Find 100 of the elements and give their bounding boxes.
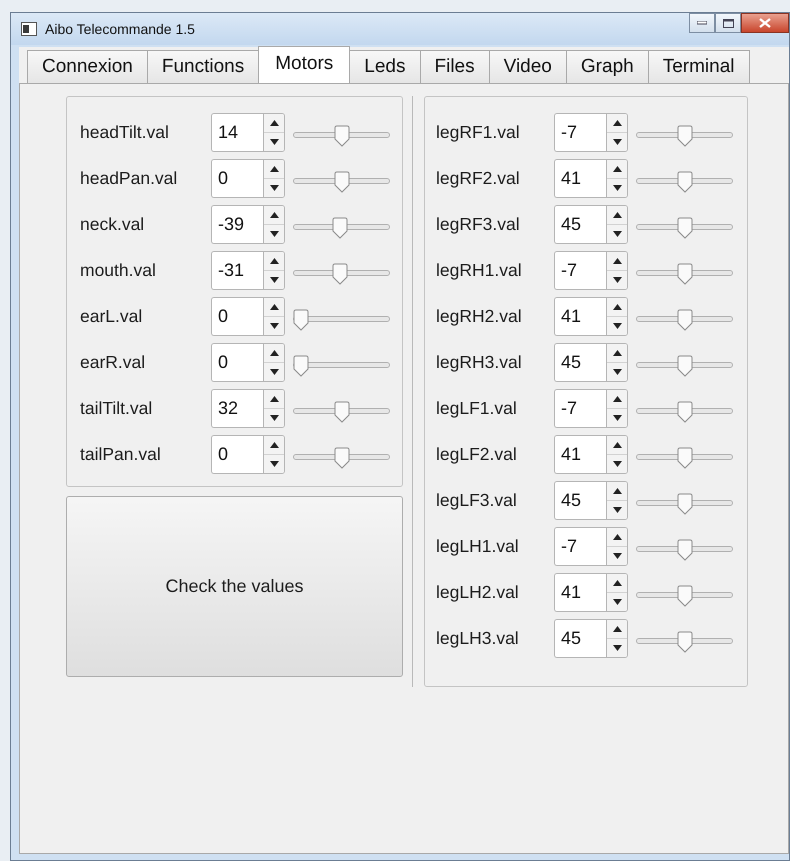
number-field[interactable]: 0 (211, 296, 263, 336)
tab[interactable]: Terminal (648, 50, 750, 83)
slider-thumb[interactable] (676, 401, 692, 423)
motor-label: headPan.val (80, 166, 178, 190)
slider-thumb[interactable] (293, 309, 309, 331)
slider[interactable] (636, 631, 733, 653)
spin-down-button[interactable] (607, 362, 627, 380)
number-field[interactable]: 32 (211, 388, 263, 428)
spin-down-button[interactable] (264, 408, 284, 426)
number-field[interactable]: 41 (554, 296, 606, 336)
spin-down-button[interactable] (607, 408, 627, 426)
slider[interactable] (636, 263, 733, 285)
slider[interactable] (636, 585, 733, 607)
spin-down-button[interactable] (607, 270, 627, 288)
slider-thumb[interactable] (676, 171, 692, 193)
slider-thumb[interactable] (334, 401, 350, 423)
spin-down-button[interactable] (607, 454, 627, 472)
slider[interactable] (636, 493, 733, 515)
slider[interactable] (293, 309, 390, 331)
maximize-button[interactable] (715, 13, 741, 33)
spin-down-button[interactable] (264, 132, 284, 150)
number-field[interactable]: -7 (554, 250, 606, 290)
slider-thumb[interactable] (676, 355, 692, 377)
slider[interactable] (293, 125, 390, 147)
down-triangle-icon (270, 138, 278, 144)
slider[interactable] (636, 171, 733, 193)
number-field[interactable]: -7 (554, 526, 606, 566)
spin-down-button[interactable] (607, 316, 627, 334)
spin-down-button[interactable] (607, 224, 627, 242)
number-field[interactable]: 0 (211, 158, 263, 198)
window-title: Aibo Telecommande 1.5 (45, 20, 195, 38)
up-triangle-icon (612, 534, 622, 540)
tab[interactable]: Video (488, 50, 567, 83)
spin-down-button[interactable] (607, 132, 627, 150)
slider[interactable] (636, 217, 733, 239)
slider-thumb[interactable] (334, 447, 350, 469)
number-field[interactable]: -7 (554, 112, 606, 152)
tab[interactable]: Leds (349, 50, 420, 83)
number-field[interactable]: 41 (554, 158, 606, 198)
slider-thumb[interactable] (676, 309, 692, 331)
slider-thumb[interactable] (332, 263, 348, 285)
slider-thumb[interactable] (676, 539, 692, 561)
tab[interactable]: Graph (566, 50, 649, 83)
number-field[interactable]: 0 (211, 342, 263, 382)
close-button[interactable] (741, 13, 789, 33)
spin-down-button[interactable] (607, 638, 627, 656)
slider[interactable] (293, 401, 390, 423)
spin-down-button[interactable] (607, 178, 627, 196)
slider[interactable] (293, 171, 390, 193)
tab[interactable]: Connexion (27, 50, 148, 83)
slider-thumb[interactable] (676, 447, 692, 469)
number-field[interactable]: 41 (554, 434, 606, 474)
spin-down-button[interactable] (264, 270, 284, 288)
slider[interactable] (636, 309, 733, 331)
slider[interactable] (293, 447, 390, 469)
spin-down-button[interactable] (264, 224, 284, 242)
slider[interactable] (636, 401, 733, 423)
check-values-button[interactable]: Check the values (66, 496, 403, 677)
slider-thumb[interactable] (334, 171, 350, 193)
number-field[interactable]: 0 (211, 434, 263, 474)
down-triangle-icon (270, 460, 278, 466)
number-field[interactable]: -39 (211, 204, 263, 244)
number-field[interactable]: 45 (554, 204, 606, 244)
number-field[interactable]: 45 (554, 618, 606, 658)
slider-thumb[interactable] (293, 355, 309, 377)
motor-label: earL.val (80, 304, 144, 328)
number-field[interactable]: 45 (554, 480, 606, 520)
slider[interactable] (293, 217, 390, 239)
minimize-button[interactable] (689, 13, 715, 33)
slider[interactable] (636, 355, 733, 377)
slider-thumb[interactable] (676, 125, 692, 147)
slider-thumb[interactable] (332, 217, 348, 239)
number-field[interactable]: 14 (211, 112, 263, 152)
spin-down-button[interactable] (607, 546, 627, 564)
slider[interactable] (293, 263, 390, 285)
slider[interactable] (293, 355, 390, 377)
slider-thumb[interactable] (676, 631, 692, 653)
spin-down-button[interactable] (264, 454, 284, 472)
tab[interactable]: Files (420, 50, 490, 83)
slider[interactable] (636, 539, 733, 561)
spin-down-button[interactable] (264, 178, 284, 196)
number-field[interactable]: -7 (554, 388, 606, 428)
slider[interactable] (636, 447, 733, 469)
spin-down-button[interactable] (264, 316, 284, 334)
slider[interactable] (636, 125, 733, 147)
number-field[interactable]: 45 (554, 342, 606, 382)
tab[interactable]: Functions (146, 50, 260, 83)
spin-down-button[interactable] (607, 592, 627, 610)
motor-label: mouth.val (80, 258, 157, 282)
number-field[interactable]: 41 (554, 572, 606, 612)
up-triangle-icon (612, 626, 622, 632)
tab[interactable]: Motors (258, 46, 350, 83)
spin-down-button[interactable] (607, 500, 627, 518)
slider-thumb[interactable] (334, 125, 350, 147)
slider-thumb[interactable] (676, 493, 692, 515)
slider-thumb[interactable] (676, 585, 692, 607)
slider-thumb[interactable] (676, 217, 692, 239)
number-field[interactable]: -31 (211, 250, 263, 290)
spin-down-button[interactable] (264, 362, 284, 380)
slider-thumb[interactable] (676, 263, 692, 285)
